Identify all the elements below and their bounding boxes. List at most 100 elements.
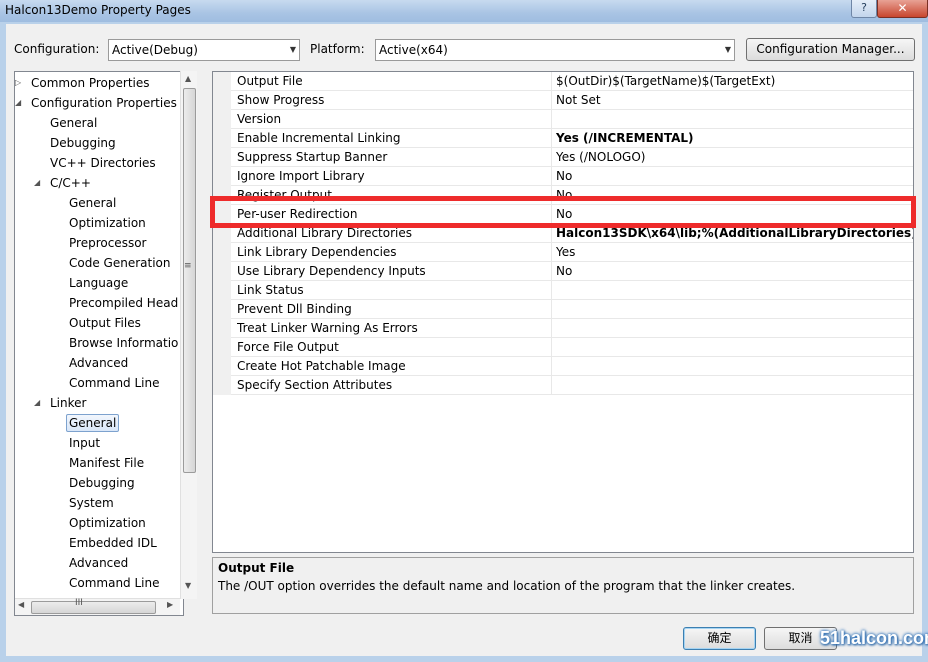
- tree-item[interactable]: Command Line: [69, 574, 160, 592]
- property-value[interactable]: No: [551, 205, 913, 224]
- property-row[interactable]: Prevent Dll Binding: [213, 300, 913, 319]
- title-bar[interactable]: Halcon13Demo Property Pages ? ✕: [0, 0, 928, 22]
- property-row[interactable]: Output File $(OutDir)$(TargetName)$(Targe…: [213, 72, 913, 91]
- platform-dropdown[interactable]: Active(x64) ▼: [375, 39, 735, 61]
- tree-vertical-scrollbar[interactable]: ▲ ≡ ▼: [180, 71, 197, 599]
- property-name: Create Hot Patchable Image: [237, 359, 406, 373]
- tree-item[interactable]: General: [69, 194, 116, 212]
- tree-item[interactable]: Debugging: [50, 134, 116, 152]
- property-name: Ignore Import Library: [237, 169, 365, 183]
- property-name: Version: [237, 112, 282, 126]
- property-row[interactable]: Specify Section Attributes: [213, 376, 913, 395]
- property-row[interactable]: Show Progress Not Set: [213, 91, 913, 110]
- tree-item[interactable]: Precompiled Head: [69, 294, 178, 312]
- expand-arrow-icon[interactable]: ▷: [15, 74, 24, 92]
- chevron-down-icon: ▼: [724, 45, 731, 54]
- property-value[interactable]: [551, 357, 913, 376]
- configuration-manager-button[interactable]: Configuration Manager...: [746, 38, 915, 61]
- tree-item[interactable]: Code Generation: [69, 254, 170, 272]
- property-value[interactable]: [551, 319, 913, 338]
- property-tree[interactable]: ▷ Common Properties ◢ Configuration Propert…: [14, 71, 184, 616]
- tree-item[interactable]: Debugging: [69, 474, 135, 492]
- property-name: Register Output: [237, 188, 332, 202]
- property-row[interactable]: Link Status: [213, 281, 913, 300]
- tree-item[interactable]: Optimization: [69, 214, 146, 232]
- row-gutter: [213, 262, 231, 281]
- property-value[interactable]: [551, 376, 913, 395]
- tree-horizontal-scrollbar[interactable]: ◀ III ▶: [15, 598, 180, 615]
- tree-item[interactable]: Advanced: [69, 554, 128, 572]
- tree-item[interactable]: Common Properties: [31, 74, 150, 92]
- collapse-arrow-icon[interactable]: ◢: [34, 394, 43, 412]
- tree-item[interactable]: Configuration Properties: [31, 94, 177, 112]
- ok-button[interactable]: 确定: [683, 627, 756, 650]
- property-row[interactable]: Register Output No: [213, 186, 913, 205]
- collapse-arrow-icon[interactable]: ◢: [15, 94, 24, 112]
- property-value[interactable]: Yes (/INCREMENTAL): [551, 129, 913, 148]
- property-value[interactable]: No: [551, 167, 913, 186]
- property-row[interactable]: Suppress Startup Banner Yes (/NOLOGO): [213, 148, 913, 167]
- platform-label: Platform:: [310, 42, 365, 56]
- property-row[interactable]: Force File Output: [213, 338, 913, 357]
- property-name: Per-user Redirection: [237, 207, 358, 221]
- configuration-dropdown[interactable]: Active(Debug) ▼: [108, 39, 300, 61]
- property-value[interactable]: No: [551, 262, 913, 281]
- row-gutter: [213, 357, 231, 376]
- property-value[interactable]: [551, 300, 913, 319]
- property-grid[interactable]: Output File $(OutDir)$(TargetName)$(Targe…: [212, 71, 914, 553]
- row-gutter: [213, 91, 231, 110]
- property-row[interactable]: Use Library Dependency Inputs No: [213, 262, 913, 281]
- property-row[interactable]: Version: [213, 110, 913, 129]
- tree-item[interactable]: Optimization: [69, 514, 146, 532]
- tree-item[interactable]: System: [69, 494, 114, 512]
- property-value[interactable]: [551, 281, 913, 300]
- property-row[interactable]: Link Library Dependencies Yes: [213, 243, 913, 262]
- property-value[interactable]: [551, 338, 913, 357]
- property-row[interactable]: Ignore Import Library No: [213, 167, 913, 186]
- tree-item[interactable]: Language: [69, 274, 128, 292]
- tree-item[interactable]: Manifest File: [69, 454, 144, 472]
- tree-item[interactable]: Input: [69, 434, 100, 452]
- row-gutter: [213, 72, 231, 91]
- description-text: The /OUT option overrides the default na…: [218, 579, 796, 593]
- property-row[interactable]: Per-user Redirection No: [213, 205, 913, 224]
- tree-item[interactable]: Output Files: [69, 314, 141, 332]
- scroll-left-icon[interactable]: ◀: [18, 600, 24, 609]
- row-gutter: [213, 205, 231, 224]
- collapse-arrow-icon[interactable]: ◢: [34, 174, 43, 192]
- property-value[interactable]: Yes: [551, 243, 913, 262]
- description-title: Output File: [218, 561, 295, 575]
- tree-item[interactable]: General: [50, 114, 97, 132]
- scroll-thumb[interactable]: [183, 88, 196, 473]
- help-button[interactable]: ?: [851, 0, 877, 18]
- property-row[interactable]: Treat Linker Warning As Errors: [213, 319, 913, 338]
- row-gutter: [213, 110, 231, 129]
- property-value[interactable]: [551, 110, 913, 129]
- scroll-thumb[interactable]: [31, 601, 156, 614]
- property-row[interactable]: Additional Library Directories Halcon13SD…: [213, 224, 913, 243]
- tree-item[interactable]: Linker: [50, 394, 86, 412]
- tree-item[interactable]: VC++ Directories: [50, 154, 156, 172]
- property-value[interactable]: $(OutDir)$(TargetName)$(TargetExt): [551, 72, 913, 91]
- tree-item[interactable]: Command Line: [69, 374, 160, 392]
- tree-item[interactable]: Browse Informatio: [69, 334, 178, 352]
- tree-item[interactable]: General: [66, 414, 120, 432]
- property-name: Link Status: [237, 283, 304, 297]
- property-name: Specify Section Attributes: [237, 378, 393, 392]
- scroll-up-icon[interactable]: ▲: [185, 74, 191, 83]
- property-row[interactable]: Enable Incremental Linking Yes (/INCREMEN…: [213, 129, 913, 148]
- tree-item[interactable]: C/C++: [50, 174, 91, 192]
- property-value[interactable]: Not Set: [551, 91, 913, 110]
- property-value[interactable]: Yes (/NOLOGO): [551, 148, 913, 167]
- scroll-right-icon[interactable]: ▶: [167, 600, 173, 609]
- property-row[interactable]: Create Hot Patchable Image: [213, 357, 913, 376]
- property-value[interactable]: No: [551, 186, 913, 205]
- tree-item[interactable]: Embedded IDL: [69, 534, 157, 552]
- description-panel: Output File The /OUT option overrides th…: [212, 557, 914, 614]
- close-button[interactable]: ✕: [877, 0, 928, 18]
- property-value[interactable]: Halcon13SDK\x64\lib;%(AdditionalLibraryD…: [551, 224, 913, 243]
- tree-item[interactable]: Preprocessor: [69, 234, 146, 252]
- scroll-down-icon[interactable]: ▼: [185, 581, 191, 590]
- row-gutter: [213, 319, 231, 338]
- tree-item[interactable]: Advanced: [69, 354, 128, 372]
